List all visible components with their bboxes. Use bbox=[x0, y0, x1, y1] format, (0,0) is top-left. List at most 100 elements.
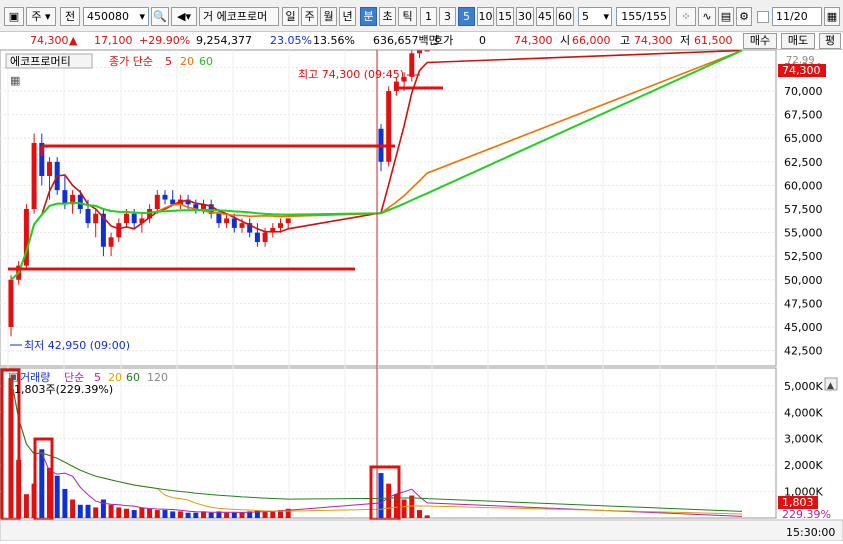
trade-volume: 9,254,377 bbox=[196, 34, 252, 47]
volume-bar bbox=[401, 499, 407, 518]
stock-name-label: 에코프로머 bbox=[216, 10, 268, 23]
volume-bar bbox=[185, 512, 191, 518]
low-label: 저 bbox=[680, 34, 691, 47]
open-price: 66,000 bbox=[572, 34, 611, 47]
candle-body bbox=[239, 223, 245, 228]
price-tick-label: 62,500 bbox=[784, 156, 823, 169]
volume-bar bbox=[231, 512, 237, 518]
volume-bar bbox=[239, 512, 245, 518]
price-tick-label: 65,000 bbox=[784, 132, 823, 145]
period-second[interactable]: 초 bbox=[379, 7, 396, 26]
panel-icon[interactable]: ▣ bbox=[8, 370, 18, 383]
gear-icon[interactable]: ⚙ bbox=[736, 7, 752, 26]
candle-body bbox=[278, 223, 283, 228]
candle-body bbox=[162, 194, 168, 200]
price-tick-label: 57,500 bbox=[784, 203, 823, 216]
min-60[interactable]: 60 bbox=[556, 7, 574, 26]
market-select[interactable]: 주 ▾ bbox=[26, 7, 56, 26]
volume-bar bbox=[193, 512, 199, 518]
candle-body bbox=[124, 213, 129, 224]
min-45[interactable]: 45 bbox=[536, 7, 554, 26]
ma20-label: 20 bbox=[180, 55, 194, 68]
grid-toggle-icon[interactable]: ▦ bbox=[10, 74, 20, 87]
indicator-title: 에코프로머티 bbox=[10, 55, 71, 68]
candle-body bbox=[77, 194, 83, 209]
chart-window-icon[interactable]: ▣ bbox=[4, 7, 24, 26]
collapse-icon[interactable]: ▲ bbox=[827, 381, 834, 391]
open-label: 시 bbox=[560, 34, 571, 47]
low-note: 최저 42,950 (09:00) bbox=[24, 339, 130, 352]
hoga-label: 호가 bbox=[433, 34, 454, 47]
volume-bar bbox=[224, 512, 230, 518]
chart-area[interactable]: 72,50070,00067,50065,00062,50060,00057,5… bbox=[0, 49, 843, 542]
period-minute[interactable]: 분 bbox=[360, 7, 377, 26]
volume-tick-label: 4,000K bbox=[784, 406, 823, 419]
price-tick-label: 70,000 bbox=[784, 85, 823, 98]
search-icon[interactable]: 🔍 bbox=[151, 7, 169, 26]
price-change: 17,100 bbox=[94, 34, 133, 47]
candle-body bbox=[231, 218, 237, 228]
sound-icon[interactable]: ◀▾ bbox=[171, 7, 197, 26]
ma-label: 종가 단순 bbox=[109, 55, 153, 68]
grid-icon[interactable]: ⁘ bbox=[676, 7, 696, 26]
sell-button[interactable]: 매도 bbox=[781, 33, 815, 49]
price-tick-label: 60,000 bbox=[784, 179, 823, 192]
period-year[interactable]: 년 bbox=[339, 7, 356, 26]
period-week[interactable]: 주 bbox=[301, 7, 318, 26]
min-15[interactable]: 15 bbox=[496, 7, 514, 26]
candle-body bbox=[393, 81, 399, 92]
current-price: 74,300 bbox=[30, 34, 69, 47]
low-price: 61,500 bbox=[694, 34, 733, 47]
candle-body bbox=[47, 161, 52, 176]
candle-body bbox=[131, 213, 137, 224]
high-price: 74,300 bbox=[634, 34, 673, 47]
prev-button[interactable]: 전 bbox=[60, 7, 80, 26]
candle-body bbox=[424, 50, 430, 52]
candle-body bbox=[93, 213, 99, 224]
interval-select[interactable]: 5 ▾ bbox=[578, 7, 612, 26]
min-5[interactable]: 5 bbox=[458, 7, 475, 26]
volume-tick-label: 2,000K bbox=[784, 459, 823, 472]
toolbar: ▣ 주 ▾ 전 450080 ▾ 🔍 ◀▾ 거 에코프로머 일 주 월 년 분 초… bbox=[0, 0, 843, 32]
eval-button[interactable]: 평 bbox=[819, 33, 841, 49]
time-axis-bar bbox=[0, 519, 843, 542]
buy-button[interactable]: 매수 bbox=[743, 33, 777, 49]
price-tags: 72,99 74,300 ▲ 1,803 229.39% bbox=[778, 55, 838, 521]
min-30[interactable]: 30 bbox=[516, 7, 534, 26]
date-input[interactable]: 11/20 bbox=[772, 7, 822, 26]
volume-bar bbox=[93, 507, 99, 518]
volume-ma60-label: 60 bbox=[126, 371, 140, 384]
candle-body bbox=[386, 91, 392, 162]
candle-body bbox=[262, 232, 268, 243]
volume-bar bbox=[54, 475, 60, 518]
period-tick[interactable]: 틱 bbox=[398, 7, 417, 26]
min-10[interactable]: 10 bbox=[477, 7, 494, 26]
period-month[interactable]: 월 bbox=[320, 7, 337, 26]
volume-ratio: 23.05% bbox=[270, 34, 312, 47]
save-icon[interactable]: ▤ bbox=[718, 7, 734, 26]
volume-bar bbox=[417, 510, 422, 518]
ma5-label: 5 bbox=[165, 55, 172, 68]
stock-code-input[interactable]: 450080 ▾ bbox=[83, 7, 149, 26]
price-tick-label: 50,000 bbox=[784, 274, 823, 287]
indicator-icon[interactable]: ∿ bbox=[698, 7, 716, 26]
volume-axis: 5,000K4,000K3,000K2,000K1,000K bbox=[784, 380, 823, 499]
volume-bar bbox=[85, 504, 91, 518]
price-tick-label: 45,000 bbox=[784, 321, 823, 334]
count-input[interactable]: 155/155 bbox=[616, 7, 670, 26]
period-day[interactable]: 일 bbox=[282, 7, 299, 26]
min-1[interactable]: 1 bbox=[420, 7, 437, 26]
calendar-icon[interactable]: ▦ bbox=[824, 7, 840, 26]
stock-code-value: 450080 bbox=[87, 10, 129, 23]
trade-amount: 636,657백만 bbox=[373, 34, 439, 47]
stock-name-field[interactable]: 거 에코프로머 bbox=[199, 7, 279, 26]
volume-bar bbox=[124, 508, 129, 518]
chevron-down-icon: ▾ bbox=[139, 10, 145, 23]
volume-bar bbox=[409, 495, 415, 518]
volume-bar bbox=[208, 512, 214, 518]
volume-bar bbox=[139, 507, 145, 518]
up-arrow-icon: ▲ bbox=[69, 34, 78, 47]
min-3[interactable]: 3 bbox=[439, 7, 456, 26]
candle-body bbox=[85, 209, 91, 224]
date-checkbox[interactable] bbox=[757, 11, 769, 23]
